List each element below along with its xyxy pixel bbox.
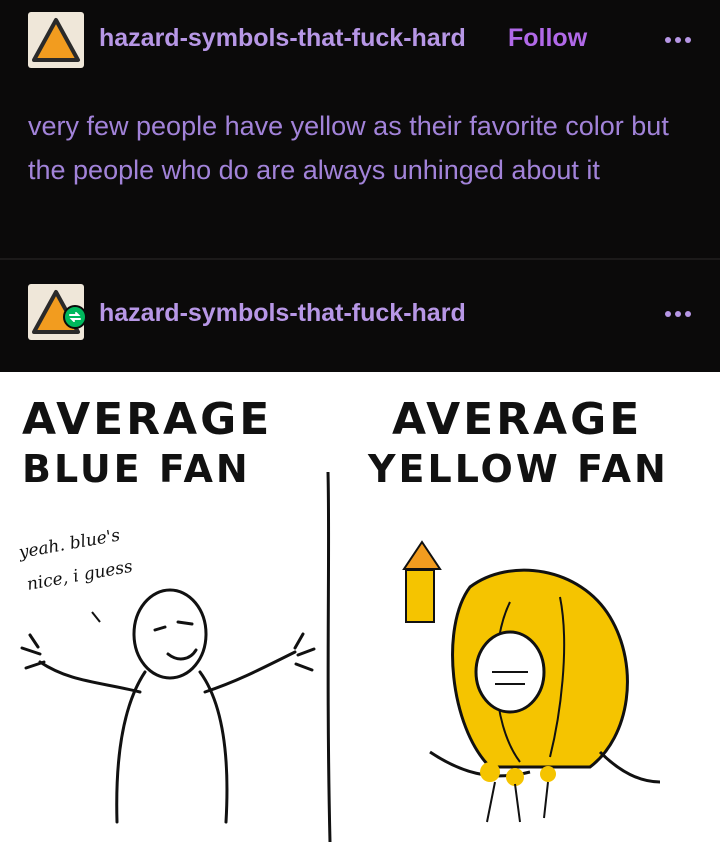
- divider: [0, 258, 720, 260]
- panel-divider: [326, 471, 332, 843]
- left-title-line1: AVERAGE: [22, 394, 272, 445]
- reblog-header: hazard-symbols-that-fuck-hard: [0, 272, 720, 352]
- reblog-username[interactable]: hazard-symbols-that-fuck-hard: [99, 299, 466, 328]
- follow-button[interactable]: Follow: [508, 24, 587, 53]
- post-username[interactable]: hazard-symbols-that-fuck-hard: [99, 24, 466, 53]
- post-header: hazard-symbols-that-fuck-hard Follow: [0, 0, 720, 80]
- post-text: very few people have yellow as their fav…: [28, 111, 669, 185]
- yellow-fan-figure: [402, 540, 661, 823]
- blue-fan-figure: [20, 588, 316, 824]
- right-title-line1: AVERAGE: [392, 394, 642, 445]
- speech-line2: nice, i guess: [25, 557, 134, 595]
- left-title-line2: BLUE FAN: [22, 447, 251, 491]
- avatar[interactable]: [28, 12, 84, 68]
- comic-image: AVERAGE BLUE FAN AVERAGE YELLOW FAN yeah…: [0, 372, 720, 849]
- right-title-line2: YELLOW FAN: [367, 447, 669, 491]
- more-options-icon[interactable]: [663, 30, 693, 50]
- more-options-icon[interactable]: [663, 304, 693, 324]
- reblog-icon: [63, 305, 87, 329]
- speech-line1: yeah. blue's: [16, 525, 121, 563]
- hazard-triangle-icon: [32, 18, 80, 62]
